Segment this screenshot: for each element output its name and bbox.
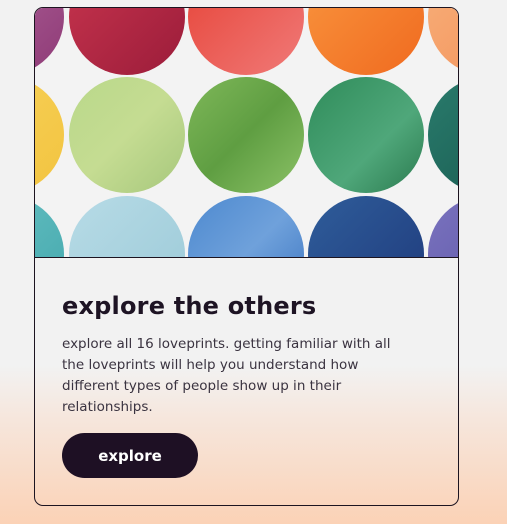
crimson-circle [69,8,185,75]
green-circle [188,77,304,193]
teal-circle [428,84,458,186]
indigo-circle [428,203,458,257]
card-description: explore all 16 loveprints. getting famil… [62,336,391,415]
emerald-circle [308,77,424,193]
card-title: explore the others [62,292,317,320]
light-blue-circle [69,196,185,257]
cyan-circle [35,203,64,257]
explore-button[interactable]: explore [62,433,198,478]
navy-circle [308,196,424,257]
yellow-circle [35,84,64,186]
hero-image [35,8,458,258]
color-circles-graphic [35,8,458,257]
peach-circle [428,8,458,68]
blue-circle [188,196,304,257]
loveprints-card: explore the others explore all 16 lovepr… [34,7,459,506]
card-content: explore the others explore all 16 lovepr… [62,290,432,418]
lime-circle [69,77,185,193]
orange-circle [308,8,424,75]
magenta-circle [35,8,64,68]
red-circle [188,8,304,75]
